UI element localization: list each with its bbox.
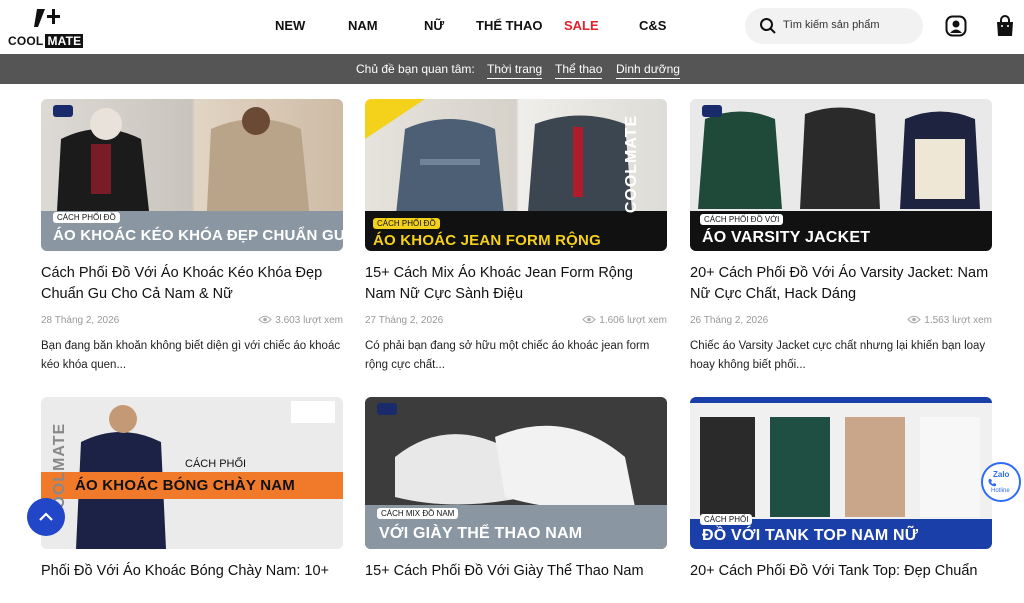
article-tag: CÁCH PHỐI <box>700 514 753 525</box>
hotline-label: Hotline <box>991 488 1010 494</box>
article-meta: 26 Tháng 2, 2026 1.563 lượt xem <box>690 313 992 329</box>
zalo-hotline-widget[interactable]: Zalo Hotline <box>981 462 1021 502</box>
nav-item-the-thao[interactable]: THỂ THAO <box>476 18 542 33</box>
topic-dinh-duong[interactable]: Dinh dưỡng <box>616 62 680 79</box>
brand-badge <box>53 105 73 117</box>
article-meta: 28 Tháng 2, 2026 3.603 lượt xem <box>41 313 343 329</box>
phone-icon <box>988 479 996 487</box>
article-card[interactable]: CÁCH PHỐI ĐỒ VỚI ÁO VARSITY JACKET 20+ C… <box>690 99 992 375</box>
article-title[interactable]: 15+ Cách Phối Đồ Với Giày Thể Thao Nam <box>365 561 667 603</box>
coolmate-logo[interactable]: COOL MATE <box>8 6 84 48</box>
article-title[interactable]: 20+ Cách Phối Đồ Với Tank Top: Đẹp Chuẩn <box>690 561 992 603</box>
topic-bar: Chủ đề bạn quan tâm: Thời trang Thể thao… <box>0 54 1024 84</box>
search-placeholder: Tìm kiếm sản phẩm <box>783 19 880 31</box>
nav-item-cs[interactable]: C&S <box>639 18 666 33</box>
topic-the-thao[interactable]: Thể thao <box>555 62 603 79</box>
arrow-up-icon <box>39 512 53 521</box>
eye-icon <box>907 315 921 324</box>
site-header: COOL MATE NEW NAM NỮ THỂ THAO SALE C&S Tì… <box>0 0 1024 54</box>
article-banner-text: VỚI GIÀY THỂ THAO NAM <box>379 525 583 542</box>
article-date: 27 Tháng 2, 2026 <box>365 315 444 326</box>
side-brand-text: COOLMATE <box>622 114 640 214</box>
article-title[interactable]: Phối Đồ Với Áo Khoác Bóng Chày Nam: 10+ <box>41 561 343 603</box>
search-bar[interactable]: Tìm kiếm sản phẩm <box>745 8 923 44</box>
article-title[interactable]: Cách Phối Đồ Với Áo Khoác Kéo Khóa Đẹp C… <box>41 263 343 305</box>
article-thumbnail[interactable]: CÁCH PHỐI ĐỒ VỚI ÁO VARSITY JACKET <box>690 99 992 251</box>
article-excerpt: Chiếc áo Varsity Jacket cực chất nhưng l… <box>690 340 986 371</box>
topic-thoi-trang[interactable]: Thời trang <box>487 62 543 79</box>
scroll-to-top-button[interactable] <box>27 498 65 536</box>
article-views: 1.606 lượt xem <box>582 315 667 326</box>
article-excerpt: Có phải bạn đang sở hữu một chiếc áo kho… <box>365 340 650 371</box>
article-banner-text: ĐỒ VỚI TANK TOP NAM NỮ <box>702 527 919 544</box>
article-title[interactable]: 15+ Cách Mix Áo Khoác Jean Form Rộng Nam… <box>365 263 667 305</box>
article-date: 28 Tháng 2, 2026 <box>41 315 120 326</box>
article-thumbnail[interactable]: CÁCH PHỐI ĐỒ ÁO KHOÁC JEAN FORM RỘNG COO… <box>365 99 667 251</box>
article-banner-text: ÁO KHOÁC JEAN FORM RỘNG <box>373 232 601 249</box>
user-icon[interactable] <box>944 14 968 38</box>
eye-icon <box>258 315 272 324</box>
article-card[interactable]: CÁCH PHỐI ĐỒ ÁO KHOÁC JEAN FORM RỘNG COO… <box>365 99 667 375</box>
logo-text: COOL MATE <box>8 34 84 48</box>
nav-item-nam[interactable]: NAM <box>348 18 378 33</box>
search-icon <box>760 18 776 34</box>
article-thumbnail[interactable]: CÁCH PHỐI ĐỒ ÁO KHOÁC KÉO KHÓA ĐẸP CHUẨN… <box>41 99 343 251</box>
eye-icon <box>582 315 596 324</box>
article-card[interactable]: CÁCH PHỐI ĐỒ ÁO KHOÁC KÉO KHÓA ĐẸP CHUẨN… <box>41 99 343 375</box>
article-card[interactable]: CÁCH PHỐI ĐỒ VỚI TANK TOP NAM NỮ 20+ Các… <box>690 397 992 603</box>
nav-item-sale[interactable]: SALE <box>564 18 599 33</box>
topic-bar-label: Chủ đề bạn quan tâm: <box>356 62 475 76</box>
nav-item-nu[interactable]: NỮ <box>424 18 444 33</box>
cart-icon[interactable] <box>993 14 1017 38</box>
article-tag: CÁCH PHỐI ĐỒ <box>53 212 120 223</box>
logo-mark-icon <box>34 9 60 27</box>
brand-badge <box>702 105 722 117</box>
article-banner-text: ÁO KHOÁC BÓNG CHÀY NAM <box>75 477 295 494</box>
article-tag: CÁCH PHỐI ĐỒ VỚI <box>700 214 784 225</box>
article-meta: 27 Tháng 2, 2026 1.606 lượt xem <box>365 313 667 329</box>
article-thumbnail[interactable]: CÁCH PHỐI ÁO KHOÁC BÓNG CHÀY NAM COOLMAT… <box>41 397 343 549</box>
article-excerpt: Bạn đang băn khoăn không biết diện gì vớ… <box>41 340 341 371</box>
nav-item-new[interactable]: NEW <box>275 18 305 33</box>
article-tag: CÁCH PHỐI <box>185 458 247 470</box>
article-date: 26 Tháng 2, 2026 <box>690 315 769 326</box>
article-views: 3.603 lượt xem <box>258 315 343 326</box>
article-tag: CÁCH MIX ĐỒ NAM <box>377 508 459 519</box>
article-banner-text: ÁO KHOÁC KÉO KHÓA ĐẸP CHUẨN GU <box>53 227 343 244</box>
article-thumbnail[interactable]: CÁCH PHỐI ĐỒ VỚI TANK TOP NAM NỮ <box>690 397 992 549</box>
article-views: 1.563 lượt xem <box>907 315 992 326</box>
article-card[interactable]: CÁCH PHỐI ÁO KHOÁC BÓNG CHÀY NAM COOLMAT… <box>41 397 343 603</box>
article-banner-text: ÁO VARSITY JACKET <box>702 229 871 246</box>
brand-badge <box>377 403 397 415</box>
article-thumbnail[interactable]: CÁCH MIX ĐỒ NAM VỚI GIÀY THỂ THAO NAM <box>365 397 667 549</box>
article-tag: CÁCH PHỐI ĐỒ <box>373 218 440 229</box>
article-card[interactable]: CÁCH MIX ĐỒ NAM VỚI GIÀY THỂ THAO NAM 15… <box>365 397 667 603</box>
article-title[interactable]: 20+ Cách Phối Đồ Với Áo Varsity Jacket: … <box>690 263 992 305</box>
